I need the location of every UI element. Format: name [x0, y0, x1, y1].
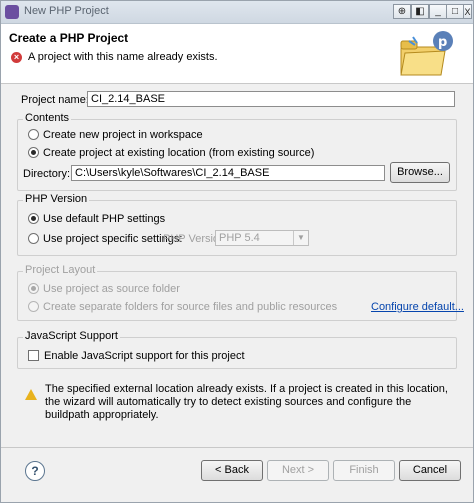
restore-button[interactable]: ◧	[411, 4, 429, 19]
warning-icon	[25, 389, 37, 400]
project-name-input[interactable]: CI_2.14_BASE	[87, 91, 455, 107]
project-name-label: Project name:	[21, 94, 89, 106]
create-new-label: Create new project in workspace	[43, 129, 203, 141]
wizard-title: Create a PHP Project	[9, 31, 129, 45]
error-icon: ×	[11, 52, 22, 63]
title-bar[interactable]: New PHP Project ⊕ ◧ _ □ X	[1, 1, 473, 24]
php-version-select[interactable]: PHP 5.4 ▼	[215, 230, 309, 246]
use-specific-label: Use project specific settings:	[43, 233, 183, 245]
directory-label: Directory:	[23, 168, 71, 180]
enable-javascript-checkbox[interactable]	[28, 350, 39, 361]
enable-javascript-label: Enable JavaScript support for this proje…	[44, 350, 245, 362]
window-title: New PHP Project	[24, 5, 109, 17]
separate-folders-label: Create separate folders for source files…	[43, 301, 338, 313]
use-specific-radio[interactable]	[28, 233, 39, 244]
php-folder-wizard-icon: p	[400, 31, 453, 76]
configure-default-link[interactable]: Configure default...	[371, 301, 464, 313]
create-existing-label: Create project at existing location (fro…	[43, 147, 315, 159]
javascript-title: JavaScript Support	[23, 330, 120, 342]
footer-separator	[1, 447, 473, 448]
use-default-radio[interactable]	[28, 213, 39, 224]
use-source-radio[interactable]	[28, 283, 39, 294]
directory-input[interactable]: C:\Users\kyle\Softwares\CI_2.14_BASE	[71, 165, 385, 181]
cancel-button[interactable]: Cancel	[399, 460, 461, 481]
project-layout-title: Project Layout	[23, 264, 98, 276]
pin-button[interactable]: ⊕	[393, 4, 411, 19]
create-existing-radio[interactable]	[28, 147, 39, 158]
close-button[interactable]: X	[463, 4, 472, 19]
use-default-label: Use default PHP settings	[43, 213, 166, 225]
use-source-label: Use project as source folder	[43, 283, 180, 295]
php-version-group	[17, 200, 457, 256]
back-button[interactable]: < Back	[201, 460, 263, 481]
next-button[interactable]: Next >	[267, 460, 329, 481]
separate-folders-radio[interactable]	[28, 301, 39, 312]
php-version-value: PHP 5.4	[219, 232, 260, 244]
maximize-button[interactable]: □	[446, 4, 464, 19]
help-button[interactable]: ?	[25, 461, 45, 481]
finish-button[interactable]: Finish	[333, 460, 395, 481]
minimize-button[interactable]: _	[429, 4, 447, 19]
browse-button[interactable]: Browse...	[390, 162, 450, 183]
new-php-project-window: New PHP Project ⊕ ◧ _ □ X Create a PHP P…	[0, 0, 474, 503]
error-message: A project with this name already exists.	[28, 51, 218, 63]
chevron-down-icon: ▼	[293, 231, 308, 245]
contents-title: Contents	[23, 112, 72, 124]
svg-text:p: p	[438, 35, 447, 50]
warning-message: The specified external location already …	[45, 383, 448, 421]
wizard-header: Create a PHP Project × A project with th…	[1, 24, 473, 84]
php-version-title: PHP Version	[23, 193, 90, 205]
eclipse-icon	[5, 5, 19, 19]
create-new-radio[interactable]	[28, 129, 39, 140]
project-layout-group	[17, 271, 457, 321]
